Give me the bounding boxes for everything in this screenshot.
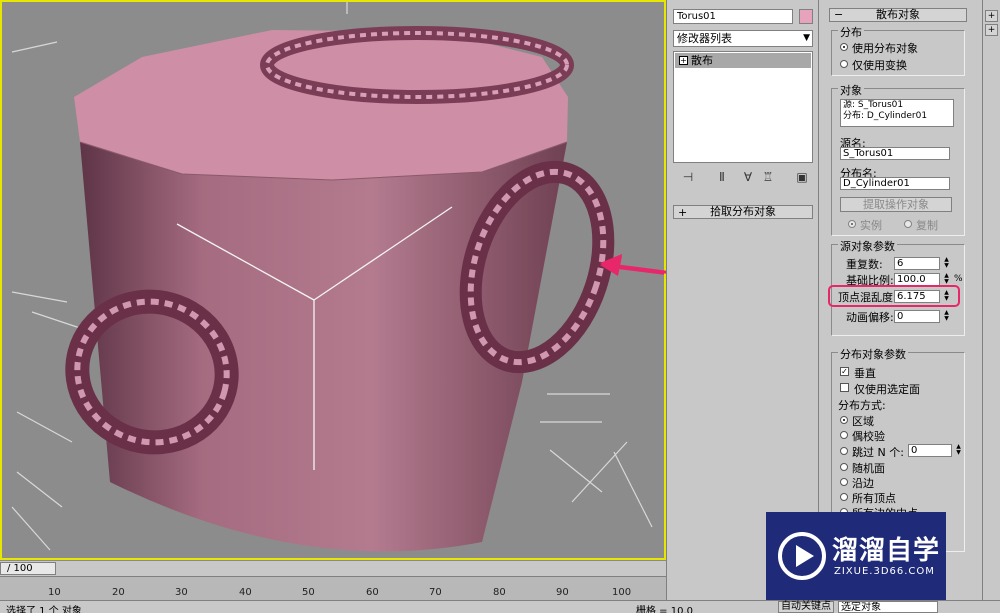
remove-modifier-icon[interactable]: ♖ (759, 168, 777, 186)
modifier-list-label: 修改器列表 (677, 32, 732, 45)
watermark-brand: 溜溜自学 (832, 536, 941, 566)
expand-icon: + (678, 206, 688, 219)
use-distribution-label: 使用分布对象 (852, 42, 918, 55)
anim-offset-field[interactable]: 0 (894, 310, 940, 323)
expand-icon[interactable]: + (985, 10, 998, 22)
skip-label: 跳过 N 个: (852, 446, 904, 459)
transforms-only-radio[interactable] (840, 60, 848, 68)
along-edges-radio[interactable] (840, 478, 848, 486)
viewport-scene (11, 2, 664, 552)
tick-label: 100 (612, 587, 632, 598)
group-title: 分布对象参数 (838, 346, 908, 362)
status-bar: 选择了 1 个 对象 栅格 = 10.0 自动关键点 选定对象 (0, 600, 1000, 613)
even-label: 偶校验 (852, 430, 885, 443)
perspective-viewport[interactable] (0, 0, 666, 560)
object-name-field[interactable]: Torus01 (673, 9, 793, 24)
group-title: 分布 (838, 24, 864, 40)
copy-radio[interactable] (904, 220, 912, 228)
cylinder-top (74, 30, 568, 180)
duplicates-field[interactable]: 6 (894, 257, 940, 270)
skip-radio[interactable] (840, 447, 848, 455)
modify-panel: Torus01 修改器列表 ▼ + 散布 ⊣ Ⅱ ∀ ♖ ▣ + 拾取分布对象 (666, 0, 818, 600)
stack-item-label: 散布 (691, 54, 713, 67)
modifier-stack[interactable]: + 散布 (673, 51, 813, 163)
anim-offset-spinner[interactable]: ▲ ▼ (942, 310, 951, 323)
objects-list[interactable]: 源: S_Torus01 分布: D_Cylinder01 (840, 99, 954, 127)
instance-label: 实例 (860, 219, 882, 232)
group-title: 对象 (838, 82, 864, 98)
pick-distribution-rollout[interactable]: + 拾取分布对象 (673, 205, 813, 219)
stack-item-scatter[interactable]: + 散布 (675, 53, 811, 68)
rollout-title: 散布对象 (876, 8, 920, 21)
skip-field[interactable]: 0 (908, 444, 952, 457)
duplicates-label: 重复数: (846, 258, 883, 271)
object-color-swatch[interactable] (799, 9, 813, 24)
area-radio[interactable] (840, 416, 848, 424)
selected-faces-checkbox[interactable] (840, 383, 849, 392)
area-label: 区域 (852, 415, 874, 428)
expand-icon[interactable]: + (679, 56, 688, 65)
tick-label: 60 (366, 587, 379, 598)
random-faces-radio[interactable] (840, 463, 848, 471)
collapse-icon: − (834, 8, 844, 21)
source-list-item: 源: S_Torus01 (843, 100, 904, 110)
source-name-field[interactable]: S_Torus01 (840, 147, 950, 160)
selected-faces-label: 仅使用选定面 (854, 383, 920, 396)
make-unique-icon[interactable]: ∀ (739, 168, 757, 186)
grid-status: 栅格 = 10.0 (636, 606, 694, 613)
source-params-group: 源对象参数 重复数: 6 ▲ ▼ 基础比例: 100.0 ▲ ▼ % 顶点混乱度: … (828, 238, 965, 336)
panel-scrollbar[interactable]: + + (982, 0, 1000, 600)
pin-stack-icon[interactable]: ⊣ (679, 168, 697, 186)
scatter-objects-rollout[interactable]: − 散布对象 (829, 8, 967, 22)
extract-operand-button[interactable]: 提取操作对象 (840, 197, 952, 212)
transforms-only-label: 仅使用变换 (852, 59, 907, 72)
perpendicular-label: 垂直 (854, 367, 876, 380)
tick-label: 10 (48, 587, 61, 598)
track-bar[interactable]: 10 20 30 40 50 60 70 80 90 100 (0, 576, 666, 600)
time-slider-bar[interactable]: / 100 (0, 560, 666, 576)
tick-label: 50 (302, 587, 315, 598)
duplicates-spinner[interactable]: ▲ ▼ (942, 257, 951, 270)
selection-set-dropdown[interactable]: 选定对象 (838, 601, 938, 613)
tick-label: 30 (175, 587, 188, 598)
tick-label: 40 (239, 587, 252, 598)
perpendicular-checkbox[interactable]: ✓ (840, 367, 849, 376)
use-distribution-radio[interactable] (840, 43, 848, 51)
anim-offset-label: 动画偏移: (846, 311, 894, 324)
random-faces-label: 随机面 (852, 462, 885, 475)
all-vertices-label: 所有顶点 (852, 492, 896, 505)
highlight-box (828, 285, 960, 307)
modifier-list-dropdown[interactable]: 修改器列表 ▼ (673, 30, 813, 47)
tick-label: 20 (112, 587, 125, 598)
method-label: 分布方式: (838, 399, 886, 412)
copy-label: 复制 (916, 219, 938, 232)
selection-status: 选择了 1 个 对象 (6, 606, 82, 613)
group-title: 源对象参数 (838, 238, 897, 254)
distribution-list-item: 分布: D_Cylinder01 (843, 111, 928, 121)
tick-label: 80 (493, 587, 506, 598)
configure-sets-icon[interactable]: ▣ (793, 168, 811, 186)
tick-label: 70 (429, 587, 442, 598)
tick-label: 90 (556, 587, 569, 598)
rollout-title: 拾取分布对象 (710, 205, 776, 218)
scatter-parameters-panel: − 散布对象 分布 使用分布对象 仅使用变换 对象 源: S_Torus01 分… (818, 0, 978, 600)
along-edges-label: 沿边 (852, 477, 874, 490)
even-radio[interactable] (840, 431, 848, 439)
dist-name-field[interactable]: D_Cylinder01 (840, 177, 950, 190)
expand-icon[interactable]: + (985, 24, 998, 36)
all-vertices-radio[interactable] (840, 493, 848, 501)
show-end-result-icon[interactable]: Ⅱ (713, 168, 731, 186)
chevron-down-icon: ▼ (803, 33, 810, 43)
watermark-url: ZIXUE.3D66.COM (834, 566, 935, 577)
percent-label: % (954, 274, 963, 284)
distribution-group: 分布 使用分布对象 仅使用变换 (831, 24, 965, 76)
stack-toolbar: ⊣ Ⅱ ∀ ♖ ▣ (673, 166, 813, 188)
time-slider[interactable]: / 100 (0, 562, 56, 575)
auto-key-button[interactable]: 自动关键点 (778, 601, 834, 613)
instance-radio[interactable] (848, 220, 856, 228)
objects-group: 对象 源: S_Torus01 分布: D_Cylinder01 源名: S_T… (831, 82, 965, 236)
watermark: 溜溜自学 ZIXUE.3D66.COM (766, 512, 946, 600)
skip-spinner[interactable]: ▲ ▼ (954, 444, 963, 457)
